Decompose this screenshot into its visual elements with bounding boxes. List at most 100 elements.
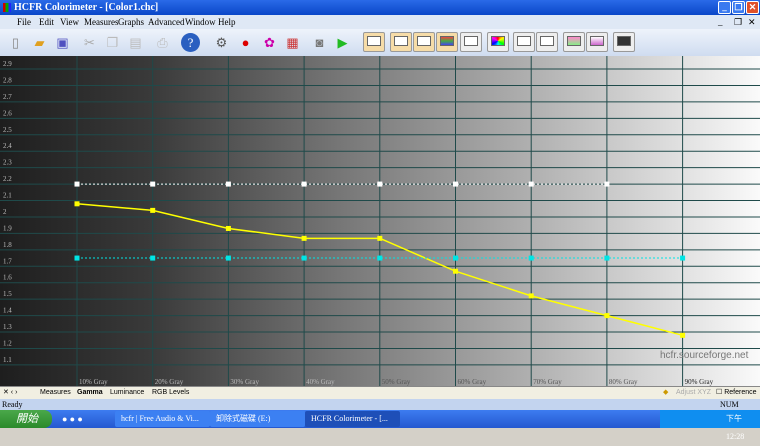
x-tick-label: 10% Gray: [79, 378, 108, 386]
color-space-view-button[interactable]: [487, 32, 509, 52]
start-button[interactable]: 開始: [0, 410, 52, 428]
taskbar-item[interactable]: 卸除式磁碟 (E:): [210, 411, 305, 427]
data-point: [74, 255, 80, 261]
colors-icon[interactable]: ✿: [260, 33, 279, 52]
x-tick-label: 60% Gray: [458, 378, 487, 386]
data-point: [225, 225, 231, 231]
color-temp-view-button[interactable]: [563, 32, 585, 52]
data-point: [680, 255, 686, 261]
shield-icon: ◆: [663, 389, 669, 396]
y-tick-label: 2.7: [3, 93, 12, 101]
cut-icon[interactable]: ✂: [80, 33, 99, 52]
toolbar: ▯ ▰ ▣ ✂ ❐ ▤ ⎙ ? ⚙ ● ✿ ▦ ◙ ▶: [0, 29, 760, 56]
reference-checkbox[interactable]: ☐ Reference: [716, 387, 757, 399]
taskbar-item-active[interactable]: HCFR Colorimeter - [...: [305, 411, 400, 427]
help-icon[interactable]: ?: [181, 33, 200, 52]
data-point: [74, 181, 80, 187]
measures-view-button[interactable]: [363, 32, 385, 52]
minimize-button[interactable]: _: [718, 1, 731, 14]
menu-view[interactable]: View: [60, 15, 79, 29]
data-point: [604, 313, 610, 319]
y-tick-label: 2.4: [3, 142, 12, 150]
rgb-icon[interactable]: ●: [236, 33, 255, 52]
sensor-icon[interactable]: ⚙: [212, 33, 231, 52]
data-point: [225, 181, 231, 187]
x-tick-label: 90% Gray: [685, 378, 714, 386]
tab-measures[interactable]: Measures: [40, 387, 71, 399]
mdi-restore-button[interactable]: ❐: [734, 15, 742, 29]
y-tick-label: 1.6: [3, 274, 12, 282]
data-point: [301, 181, 307, 187]
data-point: [528, 255, 534, 261]
delta-e-view-button[interactable]: [586, 32, 608, 52]
taskbar-item[interactable]: hcfr | Free Audio & Vi...: [115, 411, 210, 427]
menu-advanced[interactable]: Advanced: [148, 15, 184, 29]
print-icon[interactable]: ⎙: [153, 33, 172, 52]
data-point: [453, 255, 458, 261]
y-tick-label: 2.8: [3, 76, 12, 84]
window-title: HCFR Colorimeter - [Color1.chc]: [14, 2, 159, 13]
data-point: [377, 255, 383, 261]
y-tick-label: 2.6: [3, 109, 12, 117]
contrast-view-button[interactable]: [613, 32, 635, 52]
rgb-levels-view-button[interactable]: [436, 32, 458, 52]
y-tick-label: 1.7: [3, 257, 12, 265]
mdi-close-button[interactable]: ✕: [748, 15, 756, 29]
y-tick-label: 2.9: [3, 60, 12, 68]
menu-file[interactable]: File: [17, 15, 31, 29]
data-point: [150, 255, 156, 261]
x-tick-label: 40% Gray: [306, 378, 335, 386]
quick-launch-icons[interactable]: ● ● ●: [62, 410, 83, 428]
data-point: [150, 207, 156, 213]
copy-icon[interactable]: ❐: [103, 33, 122, 52]
adjust-xyz-checkbox[interactable]: Adjust XYZ: [676, 387, 711, 399]
y-tick-label: 1.2: [3, 339, 12, 347]
y-tick-label: 1.1: [3, 356, 12, 364]
restore-button[interactable]: ❐: [732, 1, 745, 14]
data-point: [301, 235, 307, 241]
title-bar: HCFR Colorimeter - [Color1.chc] _ ❐ ✕: [0, 0, 760, 15]
data-point: [377, 181, 383, 187]
data-point: [604, 255, 610, 261]
y-tick-label: 1.5: [3, 290, 12, 298]
menu-graphs[interactable]: Graphs: [118, 15, 144, 29]
play-icon[interactable]: ▶: [333, 33, 352, 52]
x-tick-label: 80% Gray: [609, 378, 638, 386]
tab-scroll-first[interactable]: ✕ ‹ ›: [3, 387, 17, 399]
open-icon[interactable]: ▰: [30, 33, 49, 52]
menu-help[interactable]: Help: [218, 15, 236, 29]
y-tick-label: 1.8: [3, 241, 12, 249]
patterns-icon[interactable]: ▦: [283, 33, 302, 52]
x-tick-label: 70% Gray: [533, 378, 562, 386]
mdi-minimize-button[interactable]: _: [718, 15, 723, 29]
tab-luminance[interactable]: Luminance: [110, 387, 144, 399]
menu-edit[interactable]: Edit: [39, 15, 54, 29]
luminance-view-button[interactable]: [413, 32, 435, 52]
data-point: [680, 332, 686, 338]
app-logo-icon: [3, 3, 11, 12]
tab-rgb-levels[interactable]: RGB Levels: [152, 387, 189, 399]
y-tick-label: 2.3: [3, 159, 12, 167]
data-point: [453, 181, 458, 187]
cie-view-button[interactable]: [460, 32, 482, 52]
tab-gamma[interactable]: Gamma: [77, 387, 103, 399]
menu-window[interactable]: Window: [185, 15, 216, 29]
data-point: [604, 181, 610, 187]
y-tick-label: 2.2: [3, 175, 12, 183]
close-button[interactable]: ✕: [746, 1, 759, 14]
saturation2-view-button[interactable]: [536, 32, 558, 52]
camera-icon[interactable]: ◙: [310, 33, 329, 52]
data-point: [528, 293, 534, 299]
gamma-view-button[interactable]: [390, 32, 412, 52]
gamma-chart: 2.9 2.8 2.7 2.6 2.5 2.4 2.3 2.2 2.1 2 1.9 1.8 1.7 1.6…: [0, 56, 760, 386]
saturation-view-button[interactable]: [513, 32, 535, 52]
menu-bar: File Edit View Measures Graphs Advanced …: [0, 15, 760, 29]
gamma-chart-svg: 2.9 2.8 2.7 2.6 2.5 2.4 2.3 2.2 2.1 2 1.9 1.8 1.7 1.6…: [0, 56, 760, 386]
y-tick-label: 1.3: [3, 323, 12, 331]
save-icon[interactable]: ▣: [53, 33, 72, 52]
y-tick-label: 1.4: [3, 307, 12, 315]
status-text: Ready: [2, 400, 23, 409]
new-icon[interactable]: ▯: [6, 33, 25, 52]
menu-measures[interactable]: Measures: [84, 15, 119, 29]
paste-icon[interactable]: ▤: [126, 33, 145, 52]
